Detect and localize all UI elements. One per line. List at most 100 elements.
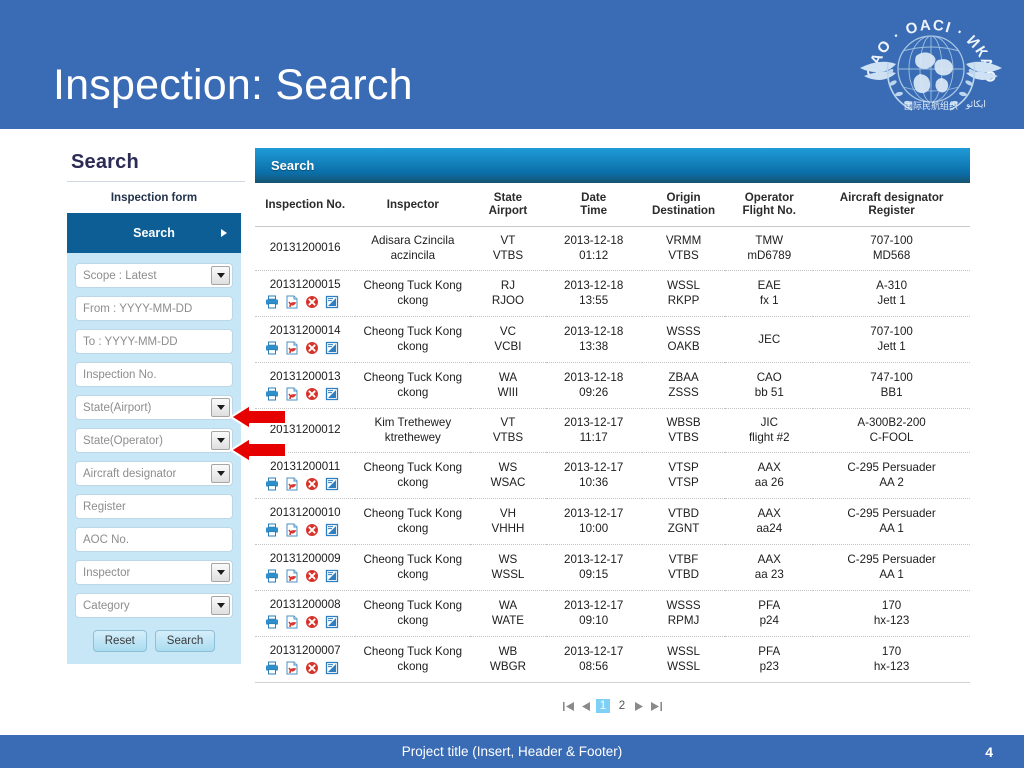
delete-icon[interactable] [305,523,319,537]
table-row[interactable]: 20131200016 Adisara Czincila aczincila VT VT… [255,226,970,271]
search-button[interactable]: Search [154,630,216,652]
table-row[interactable]: 20131200007 Cheong Tuck Kong ckong WB WBGR 20… [255,636,970,683]
pagination-next[interactable] [634,701,645,712]
accordion-header-search[interactable]: Search [67,213,241,253]
state-airport-value: State(Airport) [83,401,152,414]
pagination-first[interactable] [562,701,575,712]
row-actions [257,339,353,355]
pdf-icon[interactable] [285,295,299,309]
col-date-time: Date Time [545,183,642,227]
slide-footer: Project title (Insert, Header & Footer) … [0,735,1024,768]
table-row[interactable]: 20131200008 Cheong Tuck Kong ckong WA WATE 20… [255,590,970,637]
edit-icon[interactable] [325,661,339,675]
edit-icon[interactable] [325,615,339,629]
chevron-down-icon[interactable] [211,563,230,582]
cell-date-time: 2013-12-18 13:55 [545,270,642,317]
print-icon[interactable] [265,341,279,355]
cell-aircraft-register: 170 hx-123 [813,636,970,683]
row-actions [257,385,353,401]
cell-inspector: Cheong Tuck Kong ckong [355,316,471,363]
edit-icon[interactable] [325,523,339,537]
inspector-select[interactable]: Inspector [75,560,233,585]
cell-origin-destination: VTSP VTSP [641,452,726,499]
cell-operator-flight: AAX aa24 [725,498,814,545]
category-select[interactable]: Category [75,593,233,618]
pdf-icon[interactable] [285,477,299,491]
cell-date-time: 2013-12-17 10:00 [545,498,642,545]
chevron-down-icon[interactable] [211,266,230,285]
pagination-prev[interactable] [580,701,591,712]
delete-icon[interactable] [305,661,319,675]
pdf-icon[interactable] [285,387,299,401]
inspection-no-placeholder: Inspection No. [83,368,157,381]
pdf-icon[interactable] [285,569,299,583]
print-icon[interactable] [265,387,279,401]
inspector-value: Inspector [83,566,131,579]
delete-icon[interactable] [305,387,319,401]
aoc-no-input[interactable]: AOC No. [75,527,233,552]
aoc-no-placeholder: AOC No. [83,533,130,546]
table-row[interactable]: 20131200009 Cheong Tuck Kong ckong WS WSSL 20… [255,544,970,591]
print-icon[interactable] [265,477,279,491]
cell-aircraft-register: A-310 Jett 1 [813,270,970,317]
pagination-page-1[interactable]: 1 [596,699,610,713]
cell-operator-flight: CAO bb 51 [725,362,814,409]
print-icon[interactable] [265,661,279,675]
delete-icon[interactable] [305,295,319,309]
register-input[interactable]: Register [75,494,233,519]
pagination-page-2[interactable]: 2 [615,699,629,713]
cell-origin-destination: WBSB VTBS [641,408,726,453]
pagination-last[interactable] [650,701,663,712]
reset-button[interactable]: Reset [92,630,147,652]
pdf-icon[interactable] [285,615,299,629]
cell-state-airport: WB WBGR [470,636,546,683]
col-state-airport: State Airport [470,183,546,227]
date-to-input[interactable]: To : YYYY-MM-DD [75,329,233,354]
table-row[interactable]: 20131200013 Cheong Tuck Kong ckong WA WIII 20… [255,362,970,409]
table-row[interactable]: 20131200015 Cheong Tuck Kong ckong RJ RJOO 20… [255,270,970,317]
form-buttons: Reset Search [75,630,233,652]
cell-operator-flight: TMW mD6789 [725,226,814,271]
cell-inspector: Cheong Tuck Kong ckong [355,590,471,637]
cell-state-airport: VC VCBI [470,316,546,363]
table-row[interactable]: 20131200010 Cheong Tuck Kong ckong VH VHHH 20… [255,498,970,545]
inspection-no-input[interactable]: Inspection No. [75,362,233,387]
accordion-body: Scope : Latest From : YYYY-MM-DD To : YY… [67,253,241,664]
cell-date-time: 2013-12-18 01:12 [545,226,642,271]
pdf-icon[interactable] [285,341,299,355]
icao-logo-icon: ICAO · OACI · ИКАО [851,0,1008,122]
pdf-icon[interactable] [285,661,299,675]
state-operator-select[interactable]: State(Operator) [75,428,233,453]
pdf-icon[interactable] [285,523,299,537]
cell-operator-flight: JIC flight #2 [725,408,814,453]
edit-icon[interactable] [325,387,339,401]
table-row[interactable]: 20131200014 Cheong Tuck Kong ckong VC VCBI 20… [255,316,970,363]
cell-operator-flight: AAX aa 26 [725,452,814,499]
row-actions [257,613,353,629]
delete-icon[interactable] [305,615,319,629]
delete-icon[interactable] [305,341,319,355]
delete-icon[interactable] [305,477,319,491]
table-row[interactable]: 20131200012 Kim Trethewey ktrethewey VT VTBS… [255,408,970,453]
print-icon[interactable] [265,615,279,629]
print-icon[interactable] [265,569,279,583]
edit-icon[interactable] [325,569,339,583]
sidebar-subtitle: Inspection form [110,192,198,204]
edit-icon[interactable] [325,295,339,309]
print-icon[interactable] [265,523,279,537]
scope-select[interactable]: Scope : Latest [75,263,233,288]
col-inspection-no: Inspection No. [255,183,356,227]
cell-date-time: 2013-12-18 13:38 [545,316,642,363]
cell-date-time: 2013-12-17 09:15 [545,544,642,591]
cell-operator-flight: EAE fx 1 [725,270,814,317]
aircraft-designator-select[interactable]: Aircraft designator [75,461,233,486]
edit-icon[interactable] [325,477,339,491]
date-from-input[interactable]: From : YYYY-MM-DD [75,296,233,321]
delete-icon[interactable] [305,569,319,583]
cell-aircraft-register: 707-100 Jett 1 [813,316,970,363]
print-icon[interactable] [265,295,279,309]
table-row[interactable]: 20131200011 Cheong Tuck Kong ckong WS WSAC 20… [255,452,970,499]
state-airport-select[interactable]: State(Airport) [75,395,233,420]
edit-icon[interactable] [325,341,339,355]
chevron-down-icon[interactable] [211,596,230,615]
